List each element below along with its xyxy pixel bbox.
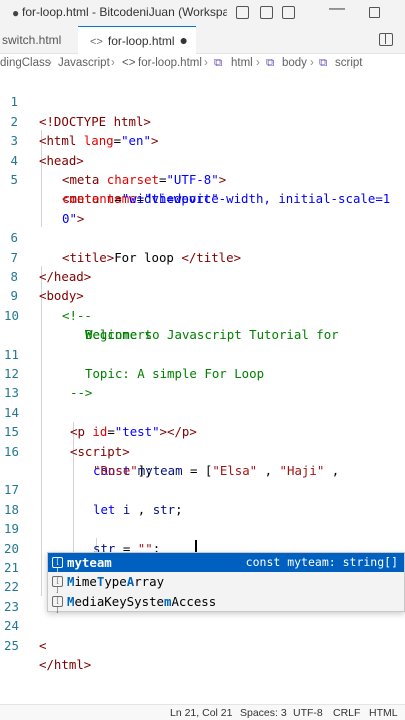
unsaved-dot: ● [12,6,20,20]
code-line: content="width=device-width, initial-sca… [62,191,391,207]
tab-switch-html[interactable]: switch.html [0,26,78,54]
code-line: 3 <head> [10,133,84,168]
autocomplete-popup: [ ] myteam const myteam: string[] [ ] Mi… [47,552,405,614]
code-line: 25 </html> [4,637,92,672]
unsaved-indicator-icon[interactable]: ● [180,32,188,48]
minimize-icon[interactable]: — [329,0,345,18]
code-line: 20 for(i=0; i<myteam.length; i++){ [4,540,324,575]
breadcrumb-item[interactable]: dingClass [0,57,51,69]
split-editor-icon[interactable] [379,33,393,46]
code-line: 5 <meta name="viewport" [10,172,219,207]
html-file-icon: <> [90,36,103,48]
code-line: 15 <script> [4,424,130,459]
breadcrumb-item[interactable]: body [282,57,307,69]
code-line: 11 Topic: A simple For Loop [4,346,265,381]
code-line: 18 [4,501,19,517]
code-line: "Rose"]; [93,463,153,478]
variable-icon: [ ] [52,557,63,575]
breadcrumb-item[interactable]: Javascript [58,57,110,69]
code-line: 9 <!-- [10,288,92,323]
suggestion-item-myteam[interactable]: [ ] myteam const myteam: string[] [48,553,404,575]
breadcrumb-item[interactable]: script [335,57,362,69]
suggestion-item-mediakeysystemaccess[interactable]: [ ] MediaKeySystemAccess [48,592,404,614]
code-line: 0"> [62,210,85,226]
status-bar: Ln 21, Col 21 Spaces: 3 UTF-8 CRLF HTML [0,704,405,720]
code-line: 2 <html lang="en"> [10,113,159,149]
breadcrumb: dingClass › Javascript › <> for-loop.htm… [0,54,405,73]
suggestion-detail: const myteam: string[] [245,555,398,569]
code-line: 1 <!DOCTYPE html> [10,94,151,129]
code-line: Beginners [85,327,153,343]
suggestion-item-mimetypearray[interactable]: [ ] MimeTypeArray [48,572,404,594]
chevron-right-icon: › [204,57,208,69]
element-icon: ⧉ [319,57,328,69]
indentation-status[interactable]: Spaces: 3 [240,707,287,719]
code-line: 10 Welcome to Javascript Tutorial for [4,307,339,343]
tab-label: for-loop.html [107,34,175,48]
chevron-right-icon: › [256,57,260,69]
element-icon: ⧉ [266,57,275,69]
toggle-panel-icon[interactable] [260,6,273,19]
code-line: 7 </head> [10,249,92,284]
language-mode[interactable]: HTML [369,707,398,719]
toggle-sidebar-icon[interactable] [282,6,295,19]
code-line: 17 let i , str; [4,482,183,517]
code-line: 6 <title>For loop </title> [10,230,242,265]
code-line: 12 --> [4,366,93,401]
encoding-status[interactable]: UTF-8 [293,707,323,719]
code-line: 14 <p id="test"></p> [4,404,197,440]
breadcrumb-item[interactable]: html [231,57,253,69]
eol-status[interactable]: CRLF [333,707,360,719]
title-bar: ● for-loop.html - BitcodeniJuan (Workspa… [0,0,405,26]
variable-icon: [ ] [52,576,63,594]
code-line: 16 const myteam = ["Elsa" , "Haji" , [4,443,340,478]
code-line: 8 <body> [10,269,84,304]
tab-for-loop-html[interactable]: <> for-loop.html ● [78,26,196,54]
html-file-icon: <> [122,57,136,69]
code-line: 13 [4,385,19,401]
code-line: 19 str = ""; [4,521,161,556]
layout-panel-icon[interactable] [236,6,249,19]
chevron-right-icon: › [111,57,115,69]
editor-tab-bar: switch.html <> for-loop.html ● [0,26,405,54]
cursor-position[interactable]: Ln 21, Col 21 [170,707,232,719]
window-title: for-loop.html - BitcodeniJuan (Workspace… [22,5,227,19]
breadcrumb-item[interactable]: for-loop.html [138,57,202,69]
code-line: 4 <meta charset="UTF-8"> [10,152,227,187]
chevron-right-icon: › [48,57,52,69]
element-icon: ⧉ [214,57,223,69]
variable-icon: [ ] [52,595,63,614]
tab-label: switch.html [2,33,62,47]
maximize-icon[interactable] [369,7,380,18]
chevron-right-icon: › [310,57,314,69]
